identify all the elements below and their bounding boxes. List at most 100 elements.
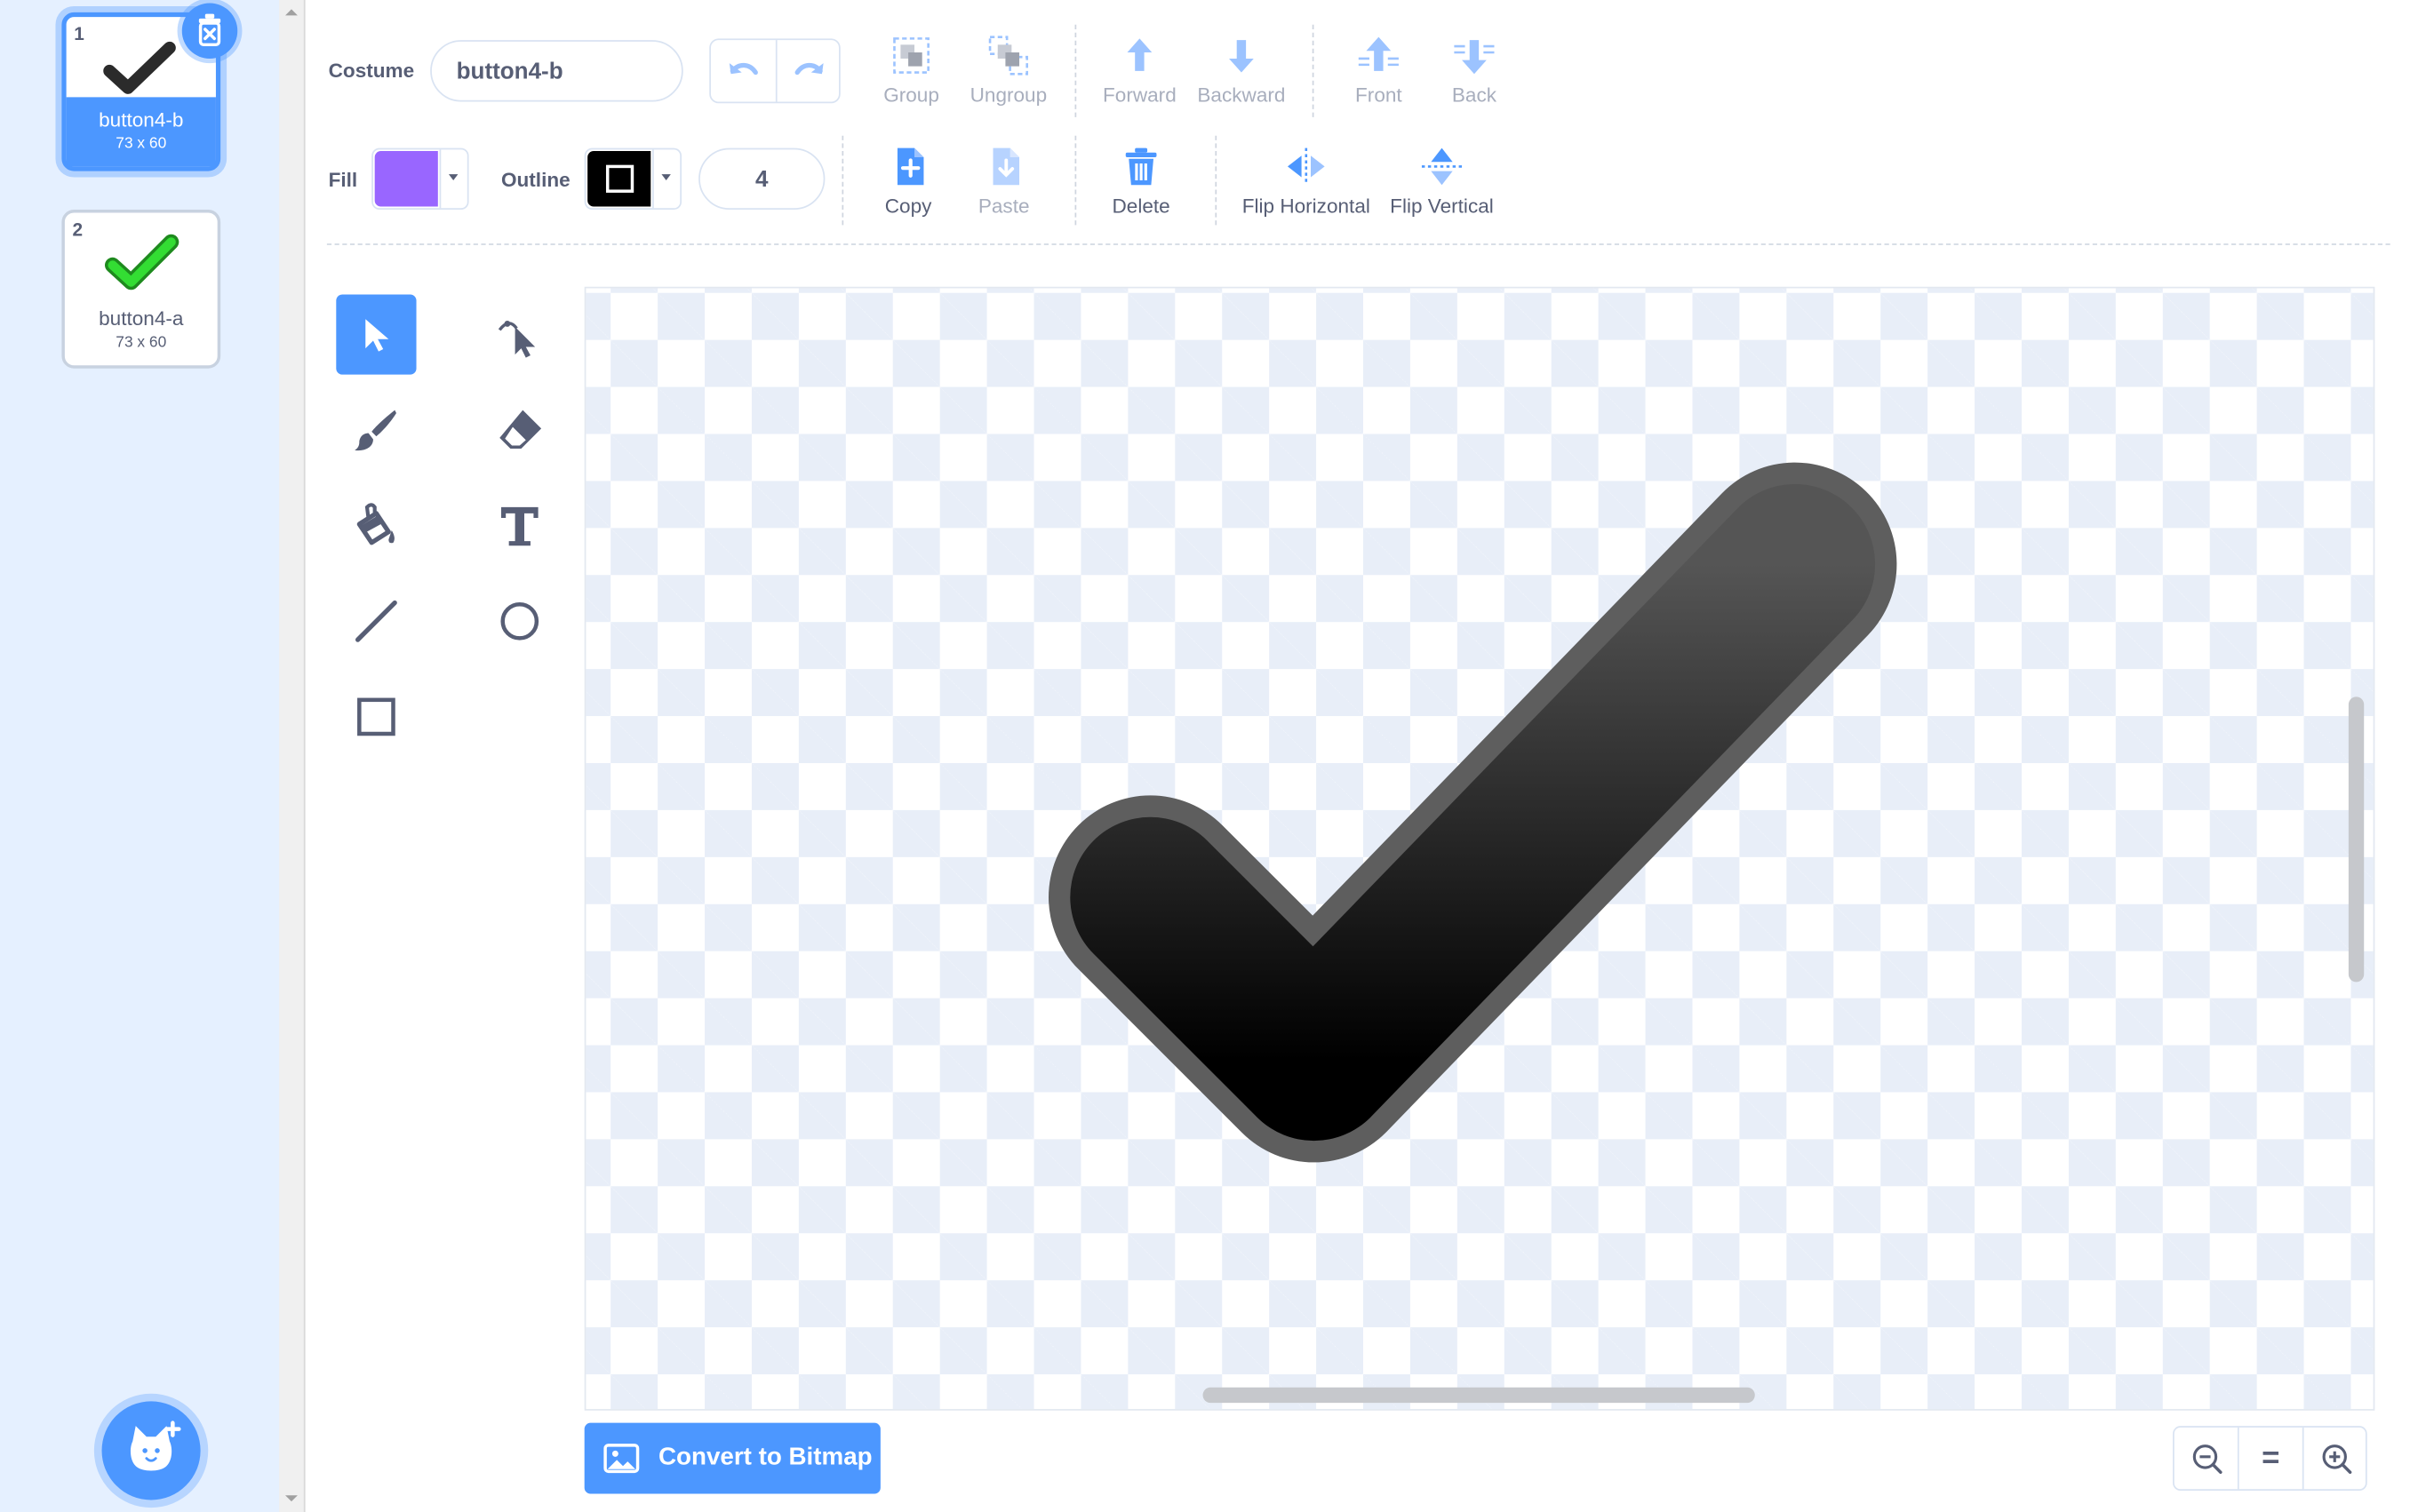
trash-icon — [1125, 147, 1157, 186]
eraser-tool-button[interactable] — [480, 390, 560, 470]
redo-button[interactable] — [778, 40, 842, 101]
redo-icon — [794, 62, 824, 76]
separator — [842, 135, 844, 226]
flip-horizontal-icon — [1287, 147, 1325, 186]
forward-button[interactable]: Forward — [1095, 34, 1185, 107]
backward-button[interactable]: Backward — [1193, 34, 1289, 107]
zoom-in-icon — [2321, 1444, 2351, 1474]
flip-vertical-icon — [1421, 147, 1463, 186]
costume-name-input[interactable] — [430, 40, 683, 102]
divider — [652, 149, 654, 209]
outline-color-swatch — [587, 151, 651, 207]
undo-button[interactable] — [711, 40, 776, 101]
trash-icon — [198, 13, 221, 47]
group-label: Group — [883, 83, 939, 107]
text-tool-button[interactable] — [480, 486, 560, 566]
canvas-horizontal-scrollbar[interactable] — [1202, 1387, 1755, 1404]
costume-list-scrollbar[interactable] — [279, 0, 306, 1512]
reshape-tool-button[interactable] — [480, 294, 560, 374]
rectangle-icon — [357, 697, 395, 736]
scroll-up-arrow-icon[interactable] — [285, 9, 298, 16]
paste-label: Paste — [978, 194, 1030, 218]
convert-to-bitmap-button[interactable]: Convert to Bitmap — [584, 1422, 881, 1494]
forward-label: Forward — [1103, 83, 1177, 107]
back-icon — [1454, 40, 1495, 75]
flip-horizontal-button[interactable]: Flip Horizontal — [1237, 145, 1376, 218]
costume-size: 73 x 60 — [116, 334, 167, 352]
group-button[interactable]: Group — [873, 34, 950, 107]
cat-plus-icon — [130, 1420, 181, 1471]
undo-redo-group — [709, 38, 842, 104]
fill-color-swatch — [374, 151, 438, 207]
choose-costume-button[interactable] — [101, 1401, 201, 1500]
flip-vertical-button[interactable]: Flip Vertical — [1385, 145, 1498, 218]
flip-horizontal-label: Flip Horizontal — [1241, 194, 1370, 218]
rectangle-tool-button[interactable] — [336, 677, 416, 757]
dropdown-arrow-icon — [661, 174, 671, 181]
paste-icon — [993, 147, 1020, 186]
eraser-icon — [499, 410, 542, 449]
paint-editor: 1 button4-b 73 x 60 2 button4-a 73 x 60 … — [0, 0, 2418, 1512]
costume-tile-footer: button4-b 73 x 60 — [66, 97, 216, 167]
image-icon — [603, 1444, 640, 1474]
front-button[interactable]: Front — [1342, 34, 1416, 107]
separator — [1074, 135, 1077, 226]
zoom-out-button[interactable] — [2175, 1428, 2238, 1489]
front-icon — [1358, 36, 1399, 71]
checkmark-drawing[interactable] — [586, 289, 2374, 1411]
separator — [1312, 24, 1314, 117]
delete-label: Delete — [1112, 194, 1170, 218]
costume-list: 1 button4-b 73 x 60 2 button4-a 73 x 60 — [0, 0, 281, 1512]
select-tool-button[interactable] — [336, 294, 417, 375]
delete-button[interactable]: Delete — [1103, 145, 1180, 218]
paste-button[interactable]: Paste — [969, 145, 1040, 218]
zoom-out-icon — [2191, 1444, 2222, 1474]
costume-size: 73 x 60 — [116, 135, 167, 153]
circle-icon — [500, 601, 539, 641]
separator — [1074, 24, 1077, 117]
costume-name: button4-b — [99, 107, 184, 131]
arrow-down-icon — [1229, 40, 1254, 73]
dropdown-arrow-icon — [448, 174, 459, 181]
group-icon — [893, 37, 930, 74]
brush-tool-button[interactable] — [336, 390, 416, 470]
backward-label: Backward — [1197, 83, 1286, 107]
paint-bucket-icon — [356, 503, 395, 545]
undo-icon — [729, 62, 758, 76]
outline-width-input[interactable] — [698, 147, 826, 211]
canvas-vertical-scrollbar[interactable] — [2348, 696, 2365, 983]
delete-costume-button[interactable] — [181, 3, 238, 59]
outline-color-picker[interactable] — [584, 147, 682, 211]
costume-tile-footer: button4-a 73 x 60 — [65, 296, 218, 365]
fill-label: Fill — [328, 168, 358, 192]
separator — [1215, 135, 1217, 226]
divider — [439, 149, 442, 209]
text-t-icon — [500, 506, 539, 546]
front-label: Front — [1355, 83, 1402, 107]
flip-vertical-label: Flip Vertical — [1390, 194, 1494, 218]
outline-square-icon — [605, 164, 634, 193]
costume-name: button4-a — [99, 306, 184, 330]
zoom-reset-button[interactable]: = — [2239, 1428, 2302, 1489]
drawing-canvas[interactable] — [584, 286, 2375, 1411]
fill-color-picker[interactable] — [371, 147, 469, 211]
brush-icon — [355, 410, 396, 451]
line-icon — [355, 600, 397, 642]
reshape-cursor-icon — [498, 320, 536, 358]
costume-thumbnail — [65, 222, 218, 302]
circle-tool-button[interactable] — [480, 581, 560, 661]
costume-tile-2[interactable]: 2 button4-a 73 x 60 — [61, 210, 221, 369]
costume-label: Costume — [328, 58, 415, 82]
ungroup-button[interactable]: Ungroup — [962, 34, 1055, 107]
back-button[interactable]: Back — [1437, 34, 1511, 107]
fill-tool-button[interactable] — [336, 486, 416, 566]
toolbar-divider — [326, 243, 2390, 245]
zoom-in-button[interactable] — [2304, 1428, 2367, 1489]
line-tool-button[interactable] — [336, 581, 416, 661]
copy-button[interactable]: Copy — [873, 145, 944, 218]
back-label: Back — [1451, 83, 1497, 107]
scroll-down-arrow-icon[interactable] — [285, 1495, 298, 1502]
convert-to-bitmap-label: Convert to Bitmap — [658, 1444, 873, 1471]
copy-icon — [897, 147, 924, 186]
ungroup-icon — [988, 36, 1029, 76]
